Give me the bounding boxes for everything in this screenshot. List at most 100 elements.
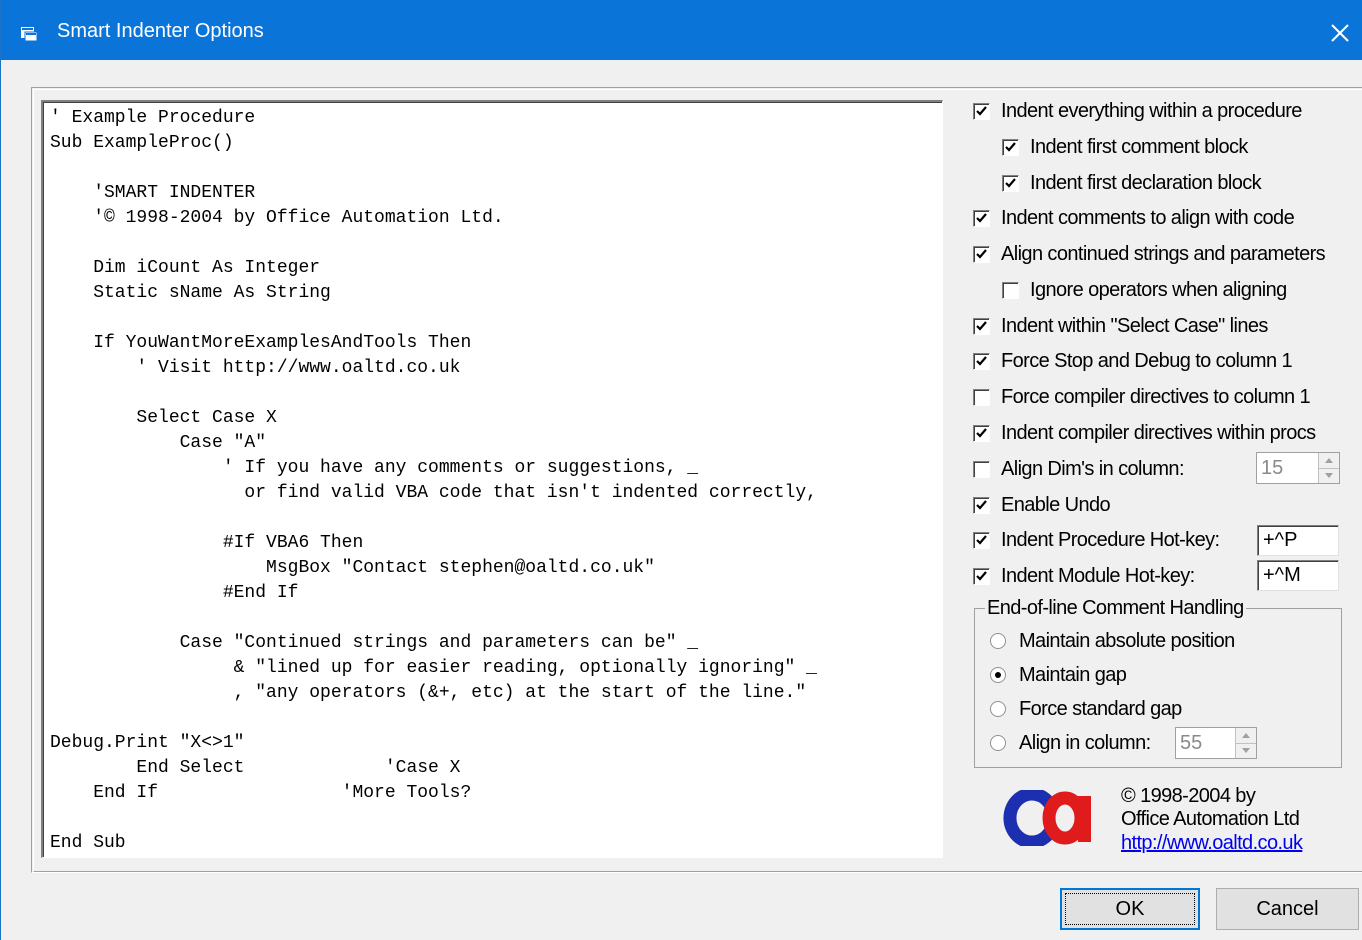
option-align-continued[interactable]: Align continued strings and parameters: [973, 242, 1326, 266]
option-indent-procedure[interactable]: Indent everything within a procedure: [973, 99, 1302, 123]
radio-standard-gap[interactable]: Force standard gap: [990, 697, 1182, 721]
option-label: Indent first declaration block: [1030, 171, 1262, 194]
close-icon: [1331, 24, 1349, 42]
code-line: 'SMART INDENTER: [50, 183, 256, 203]
radio-button[interactable]: [990, 701, 1006, 717]
hotkey-value: +^P: [1263, 529, 1298, 551]
checkbox[interactable]: [1002, 138, 1019, 156]
code-line: Case "Continued strings and parameters c…: [50, 633, 699, 653]
radio-absolute-position[interactable]: Maintain absolute position: [990, 629, 1235, 653]
option-label: Align Dim's in column:: [1001, 457, 1185, 480]
radio-button[interactable]: [990, 667, 1006, 683]
close-button[interactable]: [1317, 10, 1362, 56]
checkmark-icon: [976, 212, 987, 223]
code-preview: ' Example Procedure Sub ExampleProc() 'SM…: [41, 100, 943, 858]
checkmark-icon: [1005, 141, 1016, 152]
radio-label: Align in column:: [1019, 731, 1151, 754]
website-link[interactable]: http://www.oaltd.co.uk: [1121, 832, 1303, 855]
option-procedure-hotkey[interactable]: Indent Procedure Hot-key:: [973, 528, 1220, 552]
checkbox[interactable]: [973, 424, 990, 442]
copyright-text: © 1998-2004 by: [1121, 785, 1256, 807]
checkbox[interactable]: [973, 102, 990, 120]
option-indent-select-case[interactable]: Indent within "Select Case" lines: [973, 314, 1268, 338]
code-line: ' If you have any comments or suggestion…: [50, 458, 699, 478]
checkmark-icon: [976, 105, 987, 116]
option-label: Indent within "Select Case" lines: [1001, 314, 1268, 337]
checkmark-icon: [1005, 177, 1016, 188]
checkmark-icon: [976, 499, 987, 510]
option-label: Indent comments to align with code: [1001, 206, 1295, 229]
option-label: Indent compiler directives within procs: [1001, 421, 1316, 444]
group-title: End-of-line Comment Handling: [985, 597, 1246, 620]
procedure-hotkey-input[interactable]: +^P: [1257, 525, 1339, 556]
option-indent-first-comment[interactable]: Indent first comment block: [1002, 135, 1248, 159]
checkbox[interactable]: [973, 245, 990, 263]
hotkey-value: +^M: [1263, 564, 1301, 586]
radio-label: Maintain gap: [1019, 663, 1127, 686]
arrow-up-icon: [1242, 733, 1250, 738]
checkbox[interactable]: [973, 531, 990, 549]
checkbox[interactable]: [1002, 174, 1019, 192]
checkbox[interactable]: [973, 460, 990, 478]
options-dialog: Smart Indenter Options ' Example Procedu…: [0, 0, 1362, 940]
option-indent-first-declaration[interactable]: Indent first declaration block: [1002, 171, 1262, 195]
spinner-value: 15: [1261, 457, 1284, 479]
option-force-stop-debug[interactable]: Force Stop and Debug to column 1: [973, 349, 1293, 373]
company-name: Office Automation Ltd: [1121, 808, 1300, 830]
code-line: Sub ExampleProc(): [50, 133, 234, 153]
radio-button[interactable]: [990, 735, 1006, 751]
code-line: Debug.Print "X<>1": [50, 733, 245, 753]
arrow-down-icon: [1242, 748, 1250, 753]
align-dims-column-spinner[interactable]: 15: [1256, 452, 1340, 484]
code-line: & "lined up for easier reading, optional…: [50, 658, 817, 678]
code-line: Dim iCount As Integer: [50, 258, 321, 278]
checkmark-icon: [976, 570, 987, 581]
option-label: Indent first comment block: [1030, 135, 1248, 158]
radio-align-column[interactable]: Align in column:: [990, 731, 1151, 755]
option-enable-undo[interactable]: Enable Undo: [973, 493, 1111, 517]
option-label: Indent Procedure Hot-key:: [1001, 528, 1220, 551]
option-module-hotkey[interactable]: Indent Module Hot-key:: [973, 564, 1195, 588]
radio-button[interactable]: [990, 633, 1006, 649]
checkbox[interactable]: [973, 388, 990, 406]
option-force-compiler[interactable]: Force compiler directives to column 1: [973, 385, 1311, 409]
title-bar[interactable]: Smart Indenter Options: [1, 0, 1362, 60]
checkbox[interactable]: [1002, 281, 1019, 299]
code-line: Select Case X: [50, 408, 277, 428]
option-indent-comments[interactable]: Indent comments to align with code: [973, 206, 1295, 230]
code-line: '© 1998-2004 by Office Automation Ltd.: [50, 208, 504, 228]
option-label: Indent Module Hot-key:: [1001, 564, 1195, 587]
checkbox[interactable]: [973, 567, 990, 585]
spinner-value: 55: [1180, 732, 1203, 754]
arrow-up-icon: [1325, 458, 1333, 463]
spin-down-button[interactable]: [1236, 743, 1256, 758]
option-label: Ignore operators when aligning: [1030, 278, 1287, 301]
spin-up-button[interactable]: [1236, 728, 1256, 744]
checkbox[interactable]: [973, 209, 990, 227]
code-line: #If VBA6 Then: [50, 533, 364, 553]
radio-dot: [995, 672, 1001, 678]
checkbox[interactable]: [973, 496, 990, 514]
code-line: , "any operators (&+, etc) at the start …: [50, 683, 807, 703]
focus-rectangle: [1065, 893, 1195, 925]
option-label: Indent everything within a procedure: [1001, 99, 1302, 122]
checkbox[interactable]: [973, 352, 990, 370]
option-label: Align continued strings and parameters: [1001, 242, 1326, 265]
radio-maintain-gap[interactable]: Maintain gap: [990, 663, 1127, 687]
button-label: Cancel: [1256, 897, 1319, 920]
checkmark-icon: [976, 248, 987, 259]
option-indent-compiler[interactable]: Indent compiler directives within procs: [973, 421, 1316, 445]
module-hotkey-input[interactable]: +^M: [1257, 560, 1339, 591]
cancel-button[interactable]: Cancel: [1216, 888, 1359, 930]
code-line: ' Example Procedure: [50, 108, 256, 128]
align-column-spinner[interactable]: 55: [1175, 727, 1257, 759]
spin-up-button[interactable]: [1319, 453, 1339, 469]
spin-down-button[interactable]: [1319, 468, 1339, 483]
code-line: MsgBox "Contact stephen@oaltd.co.uk": [50, 558, 655, 578]
code-line: End Select 'Case X: [50, 758, 461, 778]
option-align-dims[interactable]: Align Dim's in column:: [973, 457, 1185, 481]
option-ignore-operators[interactable]: Ignore operators when aligning: [1002, 278, 1287, 302]
ok-button[interactable]: OK: [1060, 888, 1200, 930]
checkbox[interactable]: [973, 317, 990, 335]
checkmark-icon: [976, 355, 987, 366]
